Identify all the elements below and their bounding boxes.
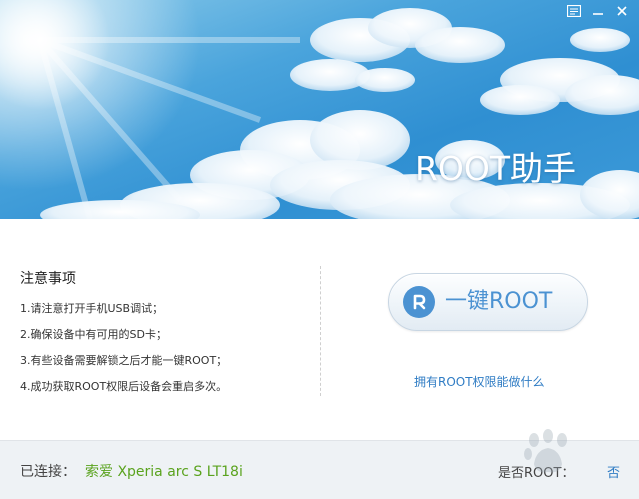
root-logo-icon (403, 286, 435, 318)
note-item: 3.有些设备需要解锁之后才能一键ROOT； (20, 354, 228, 367)
notes-list: 1.请注意打开手机USB调试； 2.确保设备中有可用的SD卡； 3.有些设备需要… (20, 302, 310, 406)
one-click-root-label: 一键ROOT (445, 289, 553, 314)
header-banner: ROOT助手 (0, 0, 639, 219)
connected-label: 已连接： (20, 464, 76, 480)
root-status-value: 否 (607, 466, 621, 481)
close-icon[interactable] (613, 3, 631, 19)
app-title: ROOT助手 (415, 149, 577, 188)
vertical-divider (320, 266, 321, 396)
feedback-icon[interactable] (565, 3, 583, 19)
one-click-root-button[interactable]: 一键ROOT (388, 273, 588, 331)
window-controls (565, 3, 631, 19)
minimize-icon[interactable] (589, 3, 607, 19)
root-assistant-window: ROOT助手 注意事项 1.请注意打开手机USB调试； 2.确保设备中有可用的S… (0, 0, 639, 499)
root-benefits-link[interactable]: 拥有ROOT权限能做什么 (414, 373, 545, 390)
watermark-paw-icon (524, 429, 567, 473)
notes-panel: 注意事项 1.请注意打开手机USB调试； 2.确保设备中有可用的SD卡； 3.有… (20, 268, 310, 406)
note-item: 1.请注意打开手机USB调试； (20, 302, 164, 315)
note-item: 2.确保设备中有可用的SD卡； (20, 328, 167, 341)
device-name: 索爱 Xperia arc S LT18i (85, 464, 243, 480)
note-item: 4.成功获取ROOT权限后设备会重启多次。 (20, 380, 228, 393)
notes-title: 注意事项 (20, 271, 76, 287)
